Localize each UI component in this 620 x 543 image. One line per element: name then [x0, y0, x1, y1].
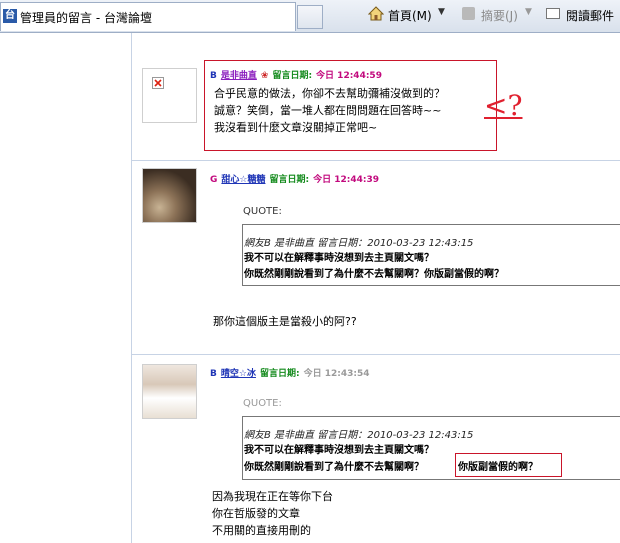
- username-link[interactable]: 甜心☆糖糖: [221, 175, 265, 185]
- quote-meta: 網友B 是非曲直 留言日期：2010-03-23 12:43:15: [244, 430, 474, 441]
- quote-line: 你既然剛剛說看到了為什麼不去幫關啊？你版副當假的啊？: [244, 269, 504, 280]
- post-divider: [132, 354, 620, 355]
- date-value: 今日 12:44:39: [313, 175, 379, 185]
- read-mail-button[interactable]: 閱讀郵件: [566, 7, 614, 24]
- quote-line: 我不可以在解釋事時沒想到去主頁關文嗎？: [244, 253, 434, 264]
- broken-image-icon: [152, 77, 164, 89]
- reply-text: 那你這個版主是當殺小的阿??: [213, 315, 357, 328]
- feeds-button[interactable]: 摘要(J): [481, 7, 518, 24]
- avatar: [142, 68, 197, 123]
- tab-title: 管理員的留言 - 台灣論壇: [20, 11, 152, 25]
- browser-tab[interactable]: 台 管理員的留言 - 台灣論壇: [0, 2, 296, 31]
- date-label: 留言日期:: [259, 369, 300, 379]
- flower-icon: ❀: [260, 71, 269, 81]
- post-header: G 甜心☆糖糖 留言日期: 今日 12:44:39: [210, 172, 379, 185]
- date-value: 今日 12:43:54: [303, 369, 370, 379]
- post-line: 合乎民意的做法，你卻不去幫助彌補沒做到的？: [214, 87, 445, 100]
- feed-icon[interactable]: [462, 7, 475, 20]
- user-grade: B: [210, 369, 217, 379]
- reply-line: 不用關的直接用刪的: [212, 524, 311, 537]
- post-body: 合乎民意的做法，你卻不去幫助彌補沒做到的？ 誠意？笑倒，當一堆人都在問問題在回答…: [214, 85, 445, 136]
- highlighted-quote: 你版副當假的啊？: [458, 462, 538, 473]
- user-grade: B: [210, 71, 217, 81]
- chevron-down-icon[interactable]: ▼: [438, 7, 445, 17]
- avatar: [142, 168, 197, 223]
- site-favicon-icon: 台: [3, 9, 17, 23]
- date-value: 今日 12:44:59: [316, 71, 382, 81]
- avatar: [142, 364, 197, 419]
- home-button[interactable]: 首頁(M): [388, 7, 432, 24]
- new-tab-button[interactable]: [297, 5, 323, 29]
- username-link[interactable]: 是非曲直: [221, 71, 257, 81]
- annotation-mark: <?: [484, 89, 523, 122]
- quote-line: 我不可以在解釋事時沒想到去主頁關文嗎？: [244, 445, 434, 456]
- post-line: 我沒看到什麼文章沒關掉正常吧~: [214, 121, 378, 134]
- post-divider: [132, 160, 620, 161]
- date-label: 留言日期:: [269, 175, 310, 185]
- reply-line: 因為我現在正在等你下台: [212, 490, 333, 503]
- chevron-down-icon[interactable]: ▼: [525, 7, 532, 17]
- quote-label: QUOTE:: [243, 398, 282, 409]
- quote-line-text: 你既然剛剛說看到了為什麼不去幫關啊？: [244, 462, 424, 473]
- user-grade: G: [210, 175, 218, 185]
- mail-icon[interactable]: [546, 8, 560, 19]
- reply-line: 你在哲版發的文章: [212, 507, 300, 520]
- post-header: B 晴空☆冰 留言日期: 今日 12:43:54: [210, 366, 369, 379]
- avatar-photo: [143, 365, 196, 418]
- avatar-photo: [143, 169, 196, 222]
- quote-label: QUOTE:: [243, 206, 282, 217]
- quote-line: 你既然剛剛說看到了為什麼不去幫關啊？: [244, 458, 424, 473]
- username-link[interactable]: 晴空☆冰: [221, 369, 256, 379]
- content-border: [131, 33, 132, 543]
- post-line: 誠意？笑倒，當一堆人都在問問題在回答時~~: [214, 104, 442, 117]
- post-header: B 是非曲直 ❀ 留言日期: 今日 12:44:59: [210, 68, 382, 81]
- date-label: 留言日期:: [272, 71, 313, 81]
- quote-meta: 網友B 是非曲直 留言日期：2010-03-23 12:43:15: [244, 238, 474, 249]
- reply-text: 因為我現在正在等你下台 你在哲版發的文章 不用關的直接用刪的: [212, 488, 333, 539]
- browser-toolbar: 台 管理員的留言 - 台灣論壇 首頁(M) ▼ 摘要(J) ▼ 閱讀郵件: [0, 0, 620, 33]
- home-icon[interactable]: [368, 6, 384, 21]
